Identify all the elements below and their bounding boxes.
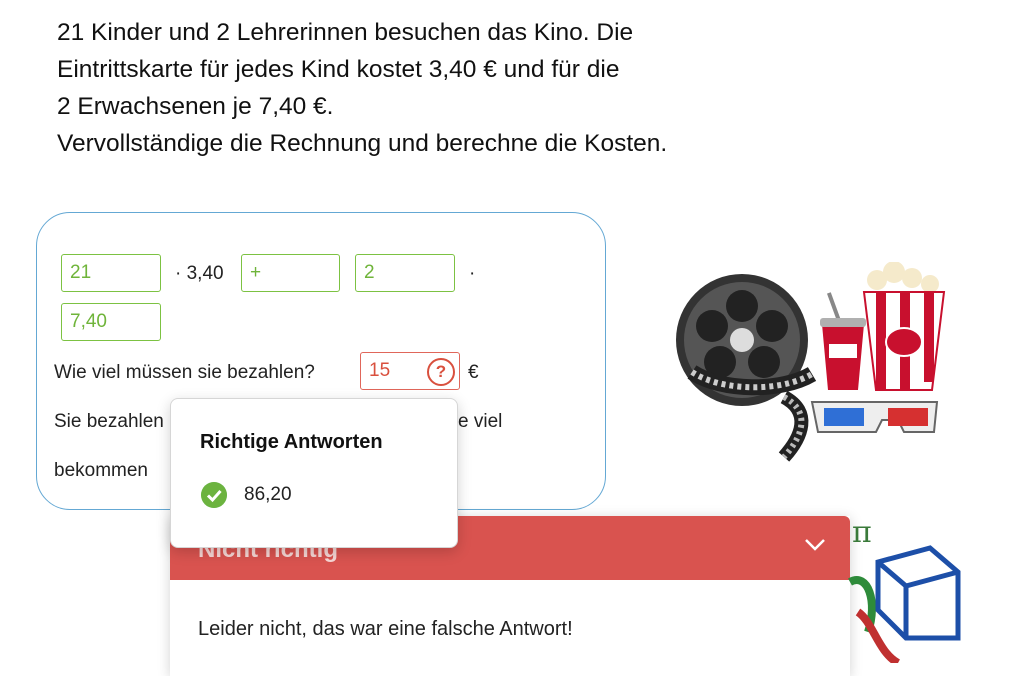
task-text: 21 Kinder und 2 Lehrerinnen besuchen das… <box>57 14 837 162</box>
followup-text-end: e viel <box>458 411 503 432</box>
soda-cup-icon <box>820 292 866 390</box>
correct-answer-value: 86,20 <box>244 484 292 505</box>
pi-symbol: π <box>852 515 872 550</box>
factor-input-3[interactable]: 7,40 <box>61 303 161 341</box>
popcorn-icon <box>862 262 946 391</box>
question-text: Wie viel müssen sie bezahlen? <box>54 362 315 383</box>
popover-title: Richtige Antworten <box>200 431 383 453</box>
factor-input-2[interactable]: 2 <box>355 254 455 292</box>
result-value: 15 <box>369 360 391 381</box>
task-line: Eintrittskarte für jedes Kind kostet 3,4… <box>57 56 620 83</box>
logo: π <box>848 515 961 663</box>
task-line: 21 Kinder und 2 Lehrerinnen besuchen das… <box>57 19 634 46</box>
cinema-illustration <box>676 262 946 462</box>
followup-text-start: Sie bezahlen <box>54 411 164 432</box>
check-circle-icon <box>201 482 227 508</box>
feedback-message: Leider nicht, das war eine falsche Antwo… <box>198 618 573 640</box>
correct-answers-popover: Richtige Antworten 86,20 <box>170 398 458 548</box>
question-circle-icon[interactable]: ? <box>427 358 455 386</box>
chevron-down-icon[interactable] <box>804 538 826 552</box>
operator-text: · <box>469 263 476 284</box>
task-line: 2 Erwachsenen je 7,40 €. <box>57 93 334 120</box>
factor-input-1[interactable]: 21 <box>61 254 161 292</box>
task-line: Vervollständige die Rechnung und berechn… <box>57 130 668 157</box>
film-reel-icon <box>676 274 817 462</box>
operator-input[interactable]: + <box>241 254 340 292</box>
followup-text-line: bekommen <box>54 460 148 481</box>
unit-text: € <box>468 362 479 383</box>
3d-glasses-icon <box>810 401 939 433</box>
operator-text: · 3,40 <box>175 263 224 284</box>
